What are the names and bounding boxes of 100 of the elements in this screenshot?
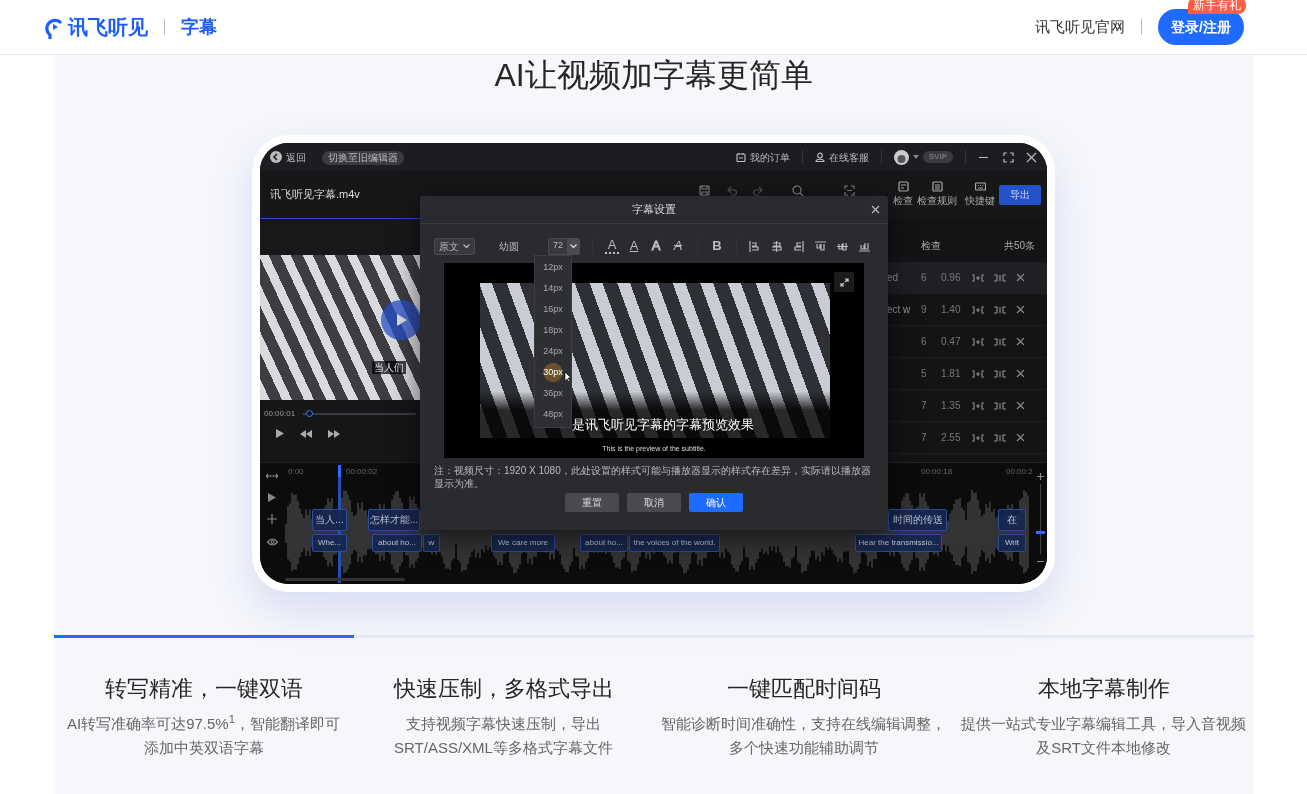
toolbar-button[interactable]: 检查	[893, 181, 913, 208]
toolbar-button[interactable]: 快捷键	[965, 181, 995, 208]
search-icon[interactable]	[792, 184, 804, 197]
size-option[interactable]: 48px	[535, 404, 571, 425]
close-icon[interactable]	[1016, 305, 1025, 314]
play-icon[interactable]	[268, 493, 276, 502]
feature-title: 快速压制，多格式导出	[392, 675, 615, 703]
time-tick: 0:00	[288, 466, 304, 478]
bracket-join-icon[interactable]	[971, 369, 985, 378]
align-top-icon[interactable]	[815, 240, 826, 252]
feature-tab[interactable]: 一键匹配时间码 智能诊断时间准确性，支持在线编辑调整，多个快速功能辅助调节	[653, 635, 954, 760]
close-icon[interactable]	[1016, 401, 1025, 410]
bracket-split-icon[interactable]	[993, 433, 1007, 442]
back-button[interactable]: 返回	[270, 149, 306, 165]
bracket-join-icon[interactable]	[971, 433, 985, 442]
align-left-icon[interactable]	[749, 240, 760, 252]
scan-icon[interactable]	[844, 185, 855, 196]
avatar-icon[interactable]	[893, 149, 909, 165]
subtitle-clip[interactable]: the voices of the world.	[629, 534, 720, 552]
plus-icon[interactable]	[267, 514, 277, 524]
dialog-button[interactable]: 取消	[627, 493, 681, 512]
subtitle-clip[interactable]: 时间的传送	[888, 509, 947, 531]
close-icon[interactable]	[1016, 433, 1025, 442]
text-style-button[interactable]: A	[671, 239, 685, 253]
cursor-icon	[564, 372, 571, 382]
bracket-join-icon[interactable]	[971, 401, 985, 410]
subtitle-clip[interactable]: We care more	[491, 534, 555, 552]
user-icon	[814, 152, 825, 162]
align-right-icon[interactable]	[793, 240, 804, 252]
language-select[interactable]: 原文	[434, 237, 475, 255]
feature-tab[interactable]: 转写精准，一键双语 AI转写准确率可达97.5%$^{1}$，智能翻译即可添加中英双语字幕	[53, 635, 354, 760]
duration: 1.40	[941, 303, 962, 317]
duration: 2.55	[941, 431, 962, 445]
play-icon[interactable]	[276, 429, 284, 438]
close-icon[interactable]	[1026, 151, 1037, 163]
dialog-button[interactable]: 重置	[565, 493, 619, 512]
size-option[interactable]: 36px	[535, 383, 571, 404]
align-middle-icon[interactable]	[837, 240, 848, 252]
bracket-split-icon[interactable]	[993, 337, 1007, 346]
subtitle-clip[interactable]: Writ	[998, 534, 1026, 552]
subtitle-clip[interactable]: 当人...	[312, 509, 347, 531]
close-icon[interactable]	[1016, 273, 1025, 282]
close-icon[interactable]	[1016, 369, 1025, 378]
subtitle-clip[interactable]: about ho...	[580, 534, 628, 552]
dialog-button[interactable]: 确认	[689, 493, 743, 512]
caret-icon[interactable]	[912, 155, 919, 159]
rewind-icon[interactable]	[300, 429, 312, 438]
subtitle-clip[interactable]: about ho...	[372, 534, 422, 552]
text-style-button[interactable]: A	[649, 239, 663, 253]
scrollbar[interactable]	[285, 578, 405, 581]
bracket-split-icon[interactable]	[993, 305, 1007, 314]
size-option[interactable]: 14px	[535, 278, 571, 299]
minus-icon[interactable]	[1037, 558, 1044, 565]
subtitle-clip[interactable]: w	[423, 534, 440, 552]
resize-arrows-icon[interactable]	[266, 473, 278, 479]
play-button[interactable]	[381, 300, 421, 340]
hero-title: AI让视频加字幕更简单	[493, 56, 814, 95]
char-count: 7	[921, 431, 928, 445]
fast-forward-icon[interactable]	[328, 429, 340, 438]
bracket-split-icon[interactable]	[993, 369, 1007, 378]
align-bottom-icon[interactable]	[859, 240, 870, 252]
plus-icon[interactable]	[1037, 473, 1044, 480]
toolbar-button[interactable]: 检查规则	[917, 181, 957, 208]
subtitle-clip[interactable]: 在	[998, 509, 1026, 531]
official-site-link[interactable]: 讯飞听见官网	[1035, 15, 1126, 39]
duration: 1.35	[941, 399, 962, 413]
feature-title: 转写精准，一键双语	[103, 675, 304, 703]
font-select[interactable]: 幼圆	[499, 238, 519, 254]
video-subtitle: 当人们	[372, 361, 406, 374]
size-select[interactable]: 72	[548, 237, 580, 255]
char-count: 7	[921, 399, 928, 413]
align-center-icon[interactable]	[771, 240, 782, 252]
save-icon[interactable]	[699, 185, 710, 196]
bracket-join-icon[interactable]	[971, 273, 985, 282]
eye-icon[interactable]	[266, 538, 278, 546]
size-option[interactable]: 16px	[535, 299, 571, 320]
bold-button[interactable]: B	[710, 239, 724, 253]
feature-tab[interactable]: 本地字幕制作 提供一站式专业字幕编辑工具，导入音视频及SRT文件本地修改	[953, 635, 1254, 760]
maximize-icon[interactable]	[1003, 151, 1014, 163]
subtitle-clip[interactable]: Hear the transmissio...	[855, 534, 942, 552]
bracket-join-icon[interactable]	[971, 305, 985, 314]
size-option[interactable]: 18px	[535, 320, 571, 341]
close-icon[interactable]	[871, 205, 880, 214]
export-button[interactable]: 导出	[999, 184, 1041, 205]
support-button[interactable]: 在线客服	[814, 149, 869, 165]
expand-button[interactable]	[834, 272, 854, 292]
subtitle-clip[interactable]: Whe...	[312, 534, 347, 552]
bracket-split-icon[interactable]	[993, 401, 1007, 410]
text-style-button[interactable]: A	[605, 238, 619, 254]
text-style-button[interactable]: A	[627, 239, 641, 253]
bracket-split-icon[interactable]	[993, 273, 1007, 282]
switch-editor-button[interactable]: 切换至旧编辑器	[322, 150, 404, 165]
size-option[interactable]: 24px	[535, 341, 571, 362]
size-option[interactable]: 12px	[535, 257, 571, 278]
char-count: 6	[921, 335, 928, 349]
feature-tab[interactable]: 快速压制，多格式导出 支持视频字幕快速压制，导出SRT/ASS/XML等多格式字幕文件	[353, 635, 654, 760]
bracket-join-icon[interactable]	[971, 337, 985, 346]
close-icon[interactable]	[1016, 337, 1025, 346]
orders-button[interactable]: 我的订单	[735, 149, 790, 165]
subtitle-clip[interactable]: 怎样才能...	[368, 509, 420, 531]
